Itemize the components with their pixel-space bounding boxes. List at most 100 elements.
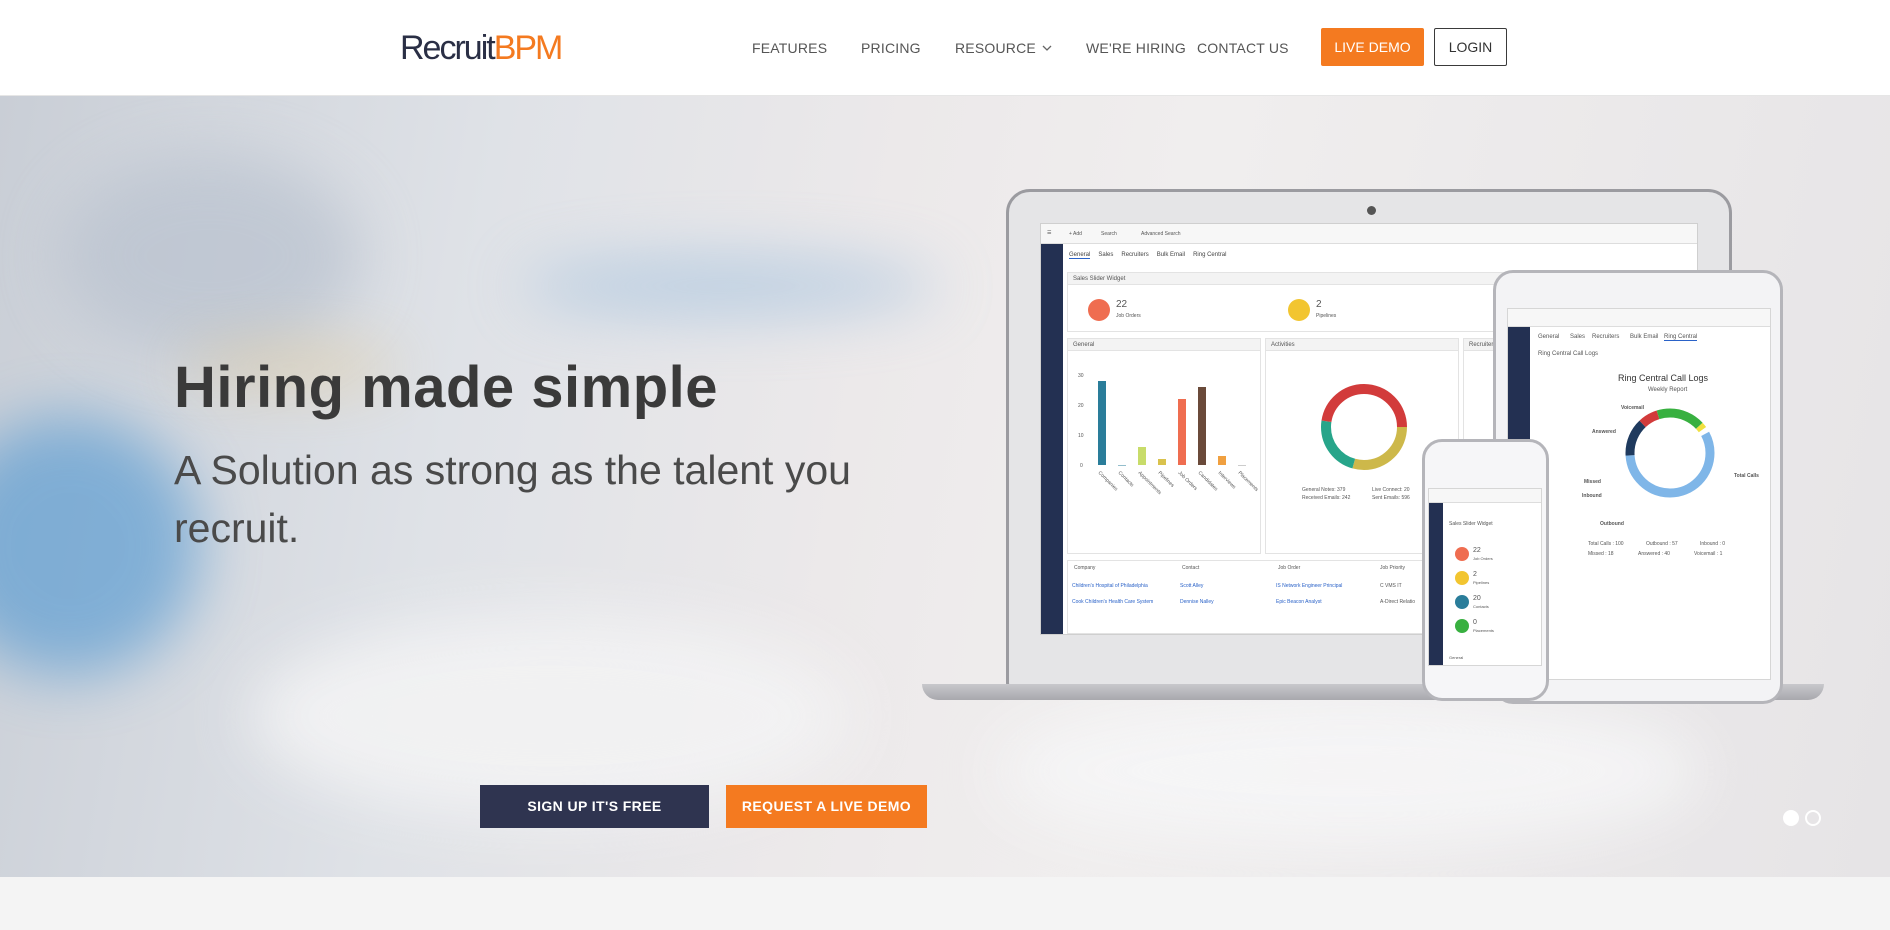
call-legend-outbound: Outbound : 57 — [1646, 541, 1678, 547]
stat-pipelines-value: 2 — [1316, 299, 1322, 310]
bar-category-label: Companies — [1097, 470, 1119, 492]
nav-resource-label: RESOURCE — [955, 40, 1036, 56]
pipeline-icon — [1455, 571, 1469, 585]
login-button[interactable]: LOGIN — [1434, 28, 1507, 66]
chevron-down-icon — [1042, 45, 1052, 51]
call-label-total-calls: Total Calls — [1734, 473, 1759, 479]
stat-job-orders-label: Job Orders — [1116, 313, 1141, 319]
dash-tab-general: General — [1069, 252, 1091, 259]
bar-axis-30: 30 — [1078, 373, 1084, 379]
bar-placements — [1238, 465, 1246, 466]
activities-panel-title: Activities — [1266, 339, 1458, 351]
briefcase-icon — [1455, 547, 1469, 561]
nav-were-hiring[interactable]: WE'RE HIRING — [1086, 40, 1186, 56]
phone-stat-value: 0 — [1473, 619, 1477, 626]
contacts-icon — [1455, 595, 1469, 609]
tablet-section-title: Ring Central Call Logs — [1538, 351, 1599, 357]
donut-legend-received-emails: Received Emails: 242 — [1302, 495, 1351, 501]
stat-job-orders-value: 22 — [1116, 299, 1128, 310]
nav-resource[interactable]: RESOURCE — [955, 40, 1052, 56]
call-label-voicemail: Voicemail — [1621, 405, 1644, 411]
table-header-contact: Contact — [1182, 565, 1200, 571]
bar-axis-10: 10 — [1078, 433, 1084, 439]
donut-legend-live-connect: Live Connect: 20 — [1372, 487, 1410, 493]
live-demo-button[interactable]: LIVE DEMO — [1321, 28, 1424, 66]
dash-tab-ring-central: Ring Central — [1193, 252, 1227, 258]
tablet-chart-title: Ring Central Call Logs — [1618, 373, 1709, 383]
bar-category-label: Candidates — [1197, 470, 1219, 492]
tablet-chart-subtitle: Weekly Report — [1648, 387, 1688, 393]
nav-pricing[interactable]: PRICING — [861, 40, 921, 56]
camera-dot — [1367, 206, 1376, 215]
table-cell: C VMS IT — [1380, 583, 1402, 589]
logo-text-bpm: BPM — [493, 29, 564, 67]
briefcase-icon — [1088, 299, 1110, 321]
call-label-missed: Missed — [1584, 479, 1601, 485]
toolbar-advanced-search: Advanced Search — [1141, 231, 1181, 237]
placements-icon — [1455, 619, 1469, 633]
call-legend-voicemail: Voicemail : 1 — [1694, 551, 1723, 557]
bar-job-orders — [1178, 399, 1186, 465]
phone-widget-title: Sales Slider Widget — [1449, 521, 1493, 527]
request-demo-button[interactable]: REQUEST A LIVE DEMO — [726, 785, 927, 828]
call-legend-total: Total Calls : 100 — [1588, 541, 1624, 547]
dashboard-tabs: General Sales Recruiters Bulk Email Ring Cen… — [1069, 252, 1234, 259]
phone-stat-value: 22 — [1473, 547, 1481, 554]
signup-button[interactable]: SIGN UP IT'S FREE — [480, 785, 709, 828]
phone-stat-label: Job Orders — [1473, 556, 1493, 561]
bar-candidates — [1198, 387, 1206, 465]
carousel-dot-2[interactable] — [1805, 810, 1821, 826]
table-cell: Children's Hospital of Philadelphia — [1072, 583, 1148, 589]
bar-interviews — [1218, 456, 1226, 465]
call-label-answered: Answered — [1592, 429, 1616, 435]
phone-sidebar — [1429, 503, 1443, 665]
logo-text-recruit: Recruit — [400, 29, 496, 67]
phone-footer-label: General — [1449, 655, 1464, 660]
bar-pipelines — [1158, 459, 1166, 465]
next-section-strip — [0, 877, 1890, 930]
phone-screenshot: Sales Slider Widget 22 Job Orders 2 Pipe… — [1428, 488, 1542, 666]
call-log-donut-chart — [1625, 408, 1715, 498]
bar-axis-20: 20 — [1078, 403, 1084, 409]
phone-stat-value: 20 — [1473, 595, 1481, 602]
table-cell: Dennise Nalley — [1180, 599, 1214, 605]
nav-contact-us[interactable]: CONTACT US — [1197, 40, 1289, 56]
hero-title: Hiring made simple — [174, 355, 719, 420]
toolbar-add: + Add — [1069, 231, 1082, 237]
phone-stat-label: Pipelines — [1473, 580, 1490, 585]
recruitbpm-logo[interactable]: RecruitBPM — [400, 28, 564, 68]
toolbar-search: Search — [1101, 231, 1117, 237]
carousel-dot-1[interactable] — [1783, 810, 1799, 826]
phone-stat-label: Placements — [1473, 628, 1494, 633]
table-header-job-priority: Job Priority — [1380, 565, 1406, 571]
table-cell: Epic Beacon Analyst — [1276, 599, 1322, 605]
dashboard-sidebar — [1041, 244, 1063, 634]
phone-stat-label: Contacts — [1473, 604, 1489, 609]
table-cell: Scott Alley — [1180, 583, 1204, 589]
hero-subtitle: A Solution as strong as the talent you r… — [174, 447, 851, 551]
tablet-toolbar — [1508, 309, 1770, 327]
call-legend-missed: Missed : 18 — [1588, 551, 1614, 557]
dash-tab-recruiters: Recruiters — [1121, 252, 1149, 258]
bar-axis-0: 0 — [1080, 463, 1083, 469]
call-label-outbound: Outbound — [1600, 521, 1624, 527]
bar-contacts — [1118, 465, 1126, 466]
bar-category-label: Job Orders — [1177, 470, 1199, 492]
call-label-inbound: Inbound — [1582, 493, 1602, 499]
menu-icon: ☰ — [1047, 230, 1052, 236]
pipeline-icon — [1288, 299, 1310, 321]
tablet-tab-bulk-email: Bulk Email — [1630, 334, 1659, 340]
bar-companies — [1098, 381, 1106, 465]
table-header-company: Company — [1074, 565, 1096, 571]
table-cell: A-Direct Relatio — [1380, 599, 1416, 605]
nav-features[interactable]: FEATURES — [752, 40, 827, 56]
tablet-tab-ring-central: Ring Central — [1664, 334, 1698, 341]
dash-tab-sales: Sales — [1098, 252, 1114, 258]
mini-bar-chart: CompaniesContacts AppointmentsPipelines Jo… — [1097, 381, 1260, 496]
donut-legend-sent-emails: Sent Emails: 596 — [1372, 495, 1410, 501]
donut-legend-general-notes: General Notes: 379 — [1302, 487, 1346, 493]
tablet-tab-sales: Sales — [1570, 334, 1586, 340]
tablet-tab-recruiters: Recruiters — [1592, 334, 1620, 340]
tablet-tab-general: General — [1538, 334, 1560, 340]
bar-category-label: Contacts — [1117, 470, 1136, 489]
